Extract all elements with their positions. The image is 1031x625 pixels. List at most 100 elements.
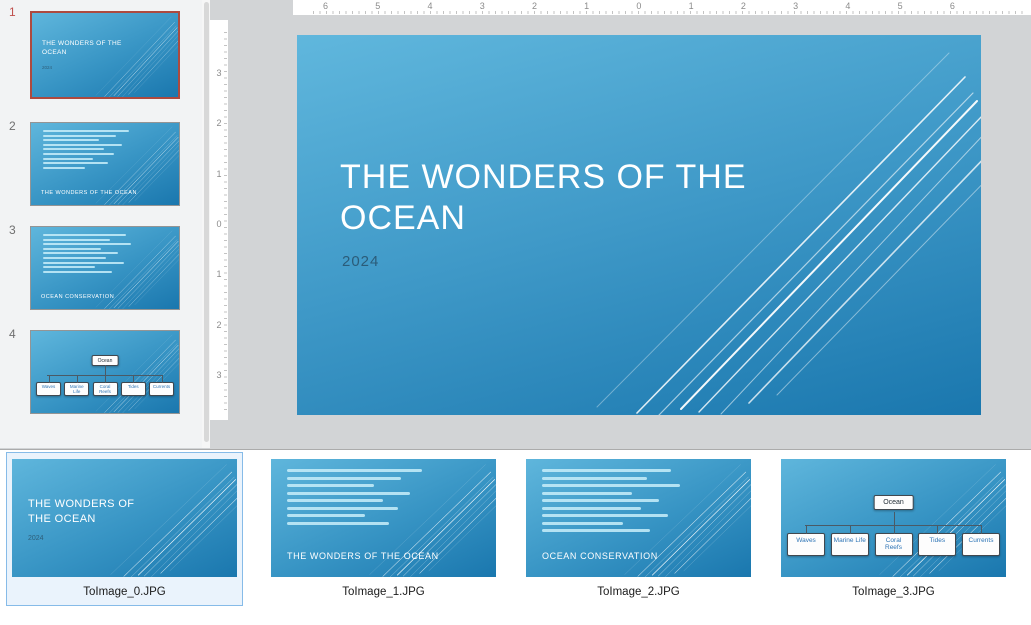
bullet-line (43, 234, 126, 236)
thumbnail-panel-scrollbar[interactable] (202, 0, 210, 448)
bullet-line (542, 492, 632, 495)
bullet-line (43, 243, 131, 245)
file-item-toimage-2[interactable]: OCEAN CONSERVATION ToImage_2.JPG (520, 452, 757, 606)
bullet-line (43, 144, 122, 146)
org-chart-child-box: Waves (36, 382, 61, 396)
bullet-text-block (287, 469, 437, 529)
slide-subtitle-textbox[interactable]: 2024 (342, 253, 379, 270)
bullet-text-block (43, 130, 139, 171)
bullet-line (43, 162, 108, 164)
thumb-slide-subtitle: 2024 (28, 535, 44, 542)
ruler-tick-label: 1 (689, 1, 694, 11)
bullet-line (542, 469, 671, 472)
file-item-toimage-3[interactable]: Ocean Waves Marine Life Coral Reefs Tide… (775, 452, 1012, 606)
slide-thumbnail-3[interactable]: OCEAN CONSERVATION (30, 226, 180, 310)
org-chart-children-row: Waves Marine Life Coral Reefs Tides Curr… (787, 533, 1000, 556)
bullet-line (43, 252, 118, 254)
presentation-editor-window: 6 5 4 3 2 1 0 1 2 3 4 5 6 1 2 3 4 (0, 0, 1031, 625)
org-chart-connector (105, 365, 106, 375)
bullet-line (542, 484, 680, 487)
ruler-tick-label: 1 (216, 169, 221, 179)
bullet-line (43, 167, 85, 169)
thumb-slide-heading: OCEAN CONSERVATION (542, 551, 658, 561)
slide-thumbnail-4[interactable]: Ocean Waves Marine Life Coral Reefs Tide… (30, 330, 180, 414)
thumb-slide-title: THE WONDERS OF THE OCEAN (28, 497, 153, 527)
file-item-toimage-1[interactable]: THE WONDERS OF THE OCEAN ToImage_1.JPG (265, 452, 502, 606)
org-chart-children-row: Waves Marine Life Coral Reefs Tides Curr… (36, 382, 174, 396)
slide-thumbnail-2[interactable]: THE WONDERS OF THE OCEAN (30, 122, 180, 206)
thumb-slide-subtitle: 2024 (42, 65, 52, 70)
bullet-line (287, 484, 374, 487)
ruler-tick-label: 4 (427, 1, 432, 11)
scrollbar-thumb[interactable] (204, 2, 209, 442)
ruler-tick-label: 1 (216, 269, 221, 279)
thumb-slide-heading: THE WONDERS OF THE OCEAN (287, 551, 439, 561)
bullet-line (43, 248, 101, 250)
ruler-tick-label: 0 (216, 219, 221, 229)
slide-title-textbox[interactable]: THE WONDERS OF THE OCEAN (340, 157, 760, 240)
bullet-line (43, 153, 114, 155)
bullet-text-block (43, 234, 139, 275)
file-thumbnail: THE WONDERS OF THE OCEAN 2024 (12, 459, 237, 577)
bullet-line (287, 514, 365, 517)
file-thumbnail: THE WONDERS OF THE OCEAN (271, 459, 496, 577)
slide-thumbnail-1[interactable]: THE WONDERS OF THE OCEAN 2024 (30, 11, 180, 99)
bullet-line (43, 158, 93, 160)
ruler-tick-label: 0 (636, 1, 641, 11)
file-thumbnail: Ocean Waves Marine Life Coral Reefs Tide… (781, 459, 1006, 577)
ruler-tick-label: 5 (375, 1, 380, 11)
slide-canvas[interactable]: THE WONDERS OF THE OCEAN 2024 (297, 35, 981, 415)
org-chart-child-box: Coral Reefs (875, 533, 913, 556)
org-chart-child-box: Waves (787, 533, 825, 556)
org-chart-child-box: Tides (918, 533, 956, 556)
vertical-ruler-labels: 3 2 1 0 1 2 3 (210, 68, 228, 380)
file-item-toimage-0[interactable]: THE WONDERS OF THE OCEAN 2024 ToImage_0.… (6, 452, 243, 606)
bullet-text-block (542, 469, 692, 537)
ruler-tick-label: 3 (480, 1, 485, 11)
bullet-line (542, 522, 623, 525)
ruler-tick-label: 5 (898, 1, 903, 11)
ruler-tick-label: 2 (741, 1, 746, 11)
vertical-ruler: 3 2 1 0 1 2 3 (210, 20, 228, 420)
thumb-slide-title: THE WONDERS OF THE OCEAN (42, 39, 122, 57)
slide-number-3: 3 (9, 223, 16, 237)
bullet-line (542, 529, 650, 532)
bullet-line (43, 135, 116, 137)
bullet-line (43, 271, 112, 273)
ruler-tick-label: 4 (845, 1, 850, 11)
org-chart-child-box: Marine Life (831, 533, 869, 556)
bullet-line (542, 499, 659, 502)
thumb-slide-heading: THE WONDERS OF THE OCEAN (41, 190, 137, 196)
bullet-line (287, 499, 383, 502)
file-name-label: ToImage_0.JPG (7, 586, 242, 598)
ruler-tick-label: 3 (793, 1, 798, 11)
org-chart-child-box: Tides (121, 382, 146, 396)
bullet-line (287, 522, 389, 525)
file-thumbnail: OCEAN CONSERVATION (526, 459, 751, 577)
bullet-line (43, 139, 99, 141)
file-name-label: ToImage_1.JPG (266, 586, 501, 598)
ruler-tick-label: 2 (216, 320, 221, 330)
ruler-tick-label: 6 (950, 1, 955, 11)
bullet-line (43, 266, 95, 268)
ruler-tick-label: 3 (216, 68, 221, 78)
org-chart-child-box: Currents (962, 533, 1000, 556)
org-chart-root-box: Ocean (873, 495, 914, 510)
bullet-line (43, 130, 129, 132)
bullet-line (287, 469, 422, 472)
slide-number-1: 1 (9, 5, 16, 19)
horizontal-ruler: 6 5 4 3 2 1 0 1 2 3 4 5 6 (293, 0, 1031, 15)
bullet-line (43, 239, 110, 241)
bullet-line (542, 477, 647, 480)
slide-thumbnail-panel: 1 2 3 4 THE WONDERS OF THE OCEAN 2024 (0, 0, 202, 448)
ruler-tick-label: 3 (216, 370, 221, 380)
bullet-line (287, 507, 398, 510)
bullet-line (287, 477, 401, 480)
thumb-slide-heading: OCEAN CONSERVATION (41, 294, 114, 300)
bullet-line (287, 492, 410, 495)
ruler-tick-label: 1 (584, 1, 589, 11)
org-chart-connector (894, 512, 895, 525)
slide-number-4: 4 (9, 327, 16, 341)
file-name-label: ToImage_3.JPG (776, 586, 1011, 598)
ruler-tick-label: 6 (323, 1, 328, 11)
